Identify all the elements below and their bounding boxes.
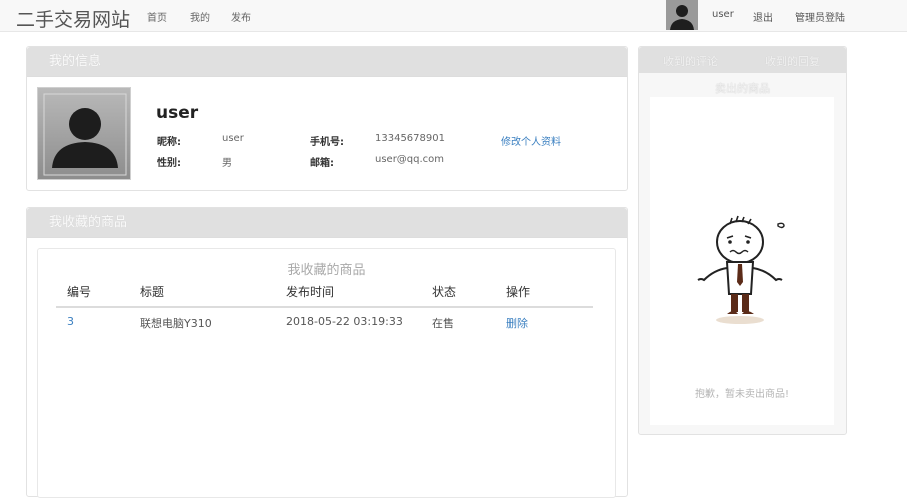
phone-value: 13345678901 <box>375 133 445 144</box>
top-navbar: 二手交易网站 首页 我的 发布 user 退出 管理员登陆 <box>0 0 907 32</box>
column-header-status: 状态 <box>432 285 457 299</box>
edit-profile-link[interactable]: 修改个人资料 <box>501 133 561 148</box>
site-brand[interactable]: 二手交易网站 <box>16 5 130 32</box>
empty-sold-message: 抱歉，暂未卖出商品! <box>694 389 789 400</box>
admin-login-link[interactable]: 管理员登陆 <box>795 9 845 24</box>
logout-link[interactable]: 退出 <box>753 9 773 24</box>
column-header-action: 操作 <box>506 285 531 299</box>
my-info-heading: 我的信息 <box>27 47 627 77</box>
nav-link-publish[interactable]: 发布 <box>231 9 251 24</box>
phone-label: 手机号: <box>310 137 344 148</box>
nickname-value: user <box>222 133 244 144</box>
nickname-label: 昵称: <box>157 137 181 148</box>
table-header-divider <box>56 306 593 308</box>
nav-username[interactable]: user <box>712 9 734 20</box>
sold-items-title: 卖出的商品 <box>715 82 770 95</box>
sold-items-box: 抱歉，暂未卖出商品! <box>650 97 834 425</box>
row-status: 在售 <box>432 317 454 330</box>
row-time: 2018-05-22 03:19:33 <box>286 315 403 328</box>
nav-link-home[interactable]: 首页 <box>147 9 167 24</box>
favorites-table-title: 我收藏的商品 <box>287 263 366 278</box>
column-header-time: 发布时间 <box>286 285 335 299</box>
email-value: user@qq.com <box>375 154 445 165</box>
my-info-panel: 我的信息 user 昵称: user 手机号: 13345678901 修改个人… <box>26 46 628 191</box>
column-header-title: 标题 <box>140 285 165 299</box>
profile-avatar-icon <box>37 87 131 180</box>
tab-received-comments[interactable]: 收到的评论 <box>663 53 718 69</box>
email-label: 邮箱: <box>310 158 334 169</box>
user-avatar-icon[interactable] <box>666 0 698 30</box>
row-title: 联想电脑Y310 <box>140 317 212 330</box>
column-header-id: 编号 <box>67 285 92 299</box>
nav-link-mine[interactable]: 我的 <box>190 9 210 24</box>
delete-button[interactable]: 删除 <box>506 315 528 331</box>
side-tabs: 收到的评论 收到的回复 <box>639 47 846 73</box>
profile-username: user <box>156 103 199 123</box>
gender-value: 男 <box>222 158 232 169</box>
row-id-link[interactable]: 3 <box>67 315 74 328</box>
favorites-panel: 我收藏的商品 我收藏的商品 编号 标题 发布时间 状态 操作 3 联想电脑Y31… <box>26 207 628 498</box>
tab-received-replies[interactable]: 收到的回复 <box>765 53 820 69</box>
favorites-heading: 我收藏的商品 <box>27 208 627 238</box>
side-panel: 收到的评论 收到的回复 卖出的商品 抱歉，暂未卖出商品! <box>638 46 847 435</box>
favorites-table-box: 我收藏的商品 编号 标题 发布时间 状态 操作 3 联想电脑Y310 2018-… <box>37 248 616 498</box>
shrug-character-icon <box>694 212 794 331</box>
gender-label: 性别: <box>157 158 181 169</box>
